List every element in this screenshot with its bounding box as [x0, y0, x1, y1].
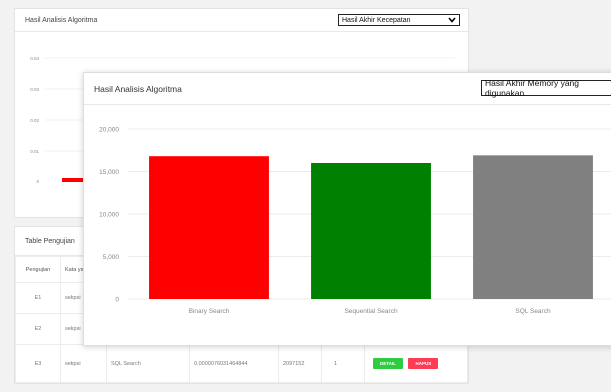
y-tick-label: 20,000: [99, 127, 119, 134]
cell-id: E2: [15, 313, 61, 345]
cell-waktu: 0.0000076031464844: [189, 344, 279, 383]
y-tick-label: 0: [36, 179, 39, 184]
x-tick-label: Binary Search: [189, 308, 230, 315]
bar-binary: [149, 156, 269, 299]
cell-metode: SQL Search: [106, 344, 190, 383]
memory-metric-select[interactable]: Hasil Akhir Memory yang digunakan: [481, 78, 611, 98]
table-row: E3 sekpsi SQL Search 0.0000076031464844 …: [15, 344, 468, 383]
y-tick-label: 0.04: [30, 56, 39, 61]
speed-panel-header: Hasil Analisis Algoritma Hasil Akhir Kec…: [15, 9, 468, 32]
y-tick-label: 5,000: [103, 254, 120, 261]
chevron-down-icon: [448, 17, 456, 23]
speed-select-value: Hasil Akhir Kecepatan: [342, 16, 411, 24]
hapus-button[interactable]: HAPUS: [408, 358, 439, 369]
bar-sequential: [311, 163, 431, 299]
cell-kata: sekpsi: [60, 344, 107, 383]
table-panel-title: Table Pengujian: [25, 237, 75, 245]
y-tick-label: 0: [115, 297, 119, 304]
y-tick-label: 0.03: [30, 87, 39, 92]
memory-chart: 0 5,000 10,000 15,000 20,000 Binary Search Seq…: [99, 127, 611, 315]
y-tick-label: 15,000: [99, 169, 119, 176]
col-header-pengujian: Pengujian: [15, 256, 61, 283]
x-tick-label: SQL Search: [515, 308, 551, 315]
memory-panel-title: Hasil Analisis Algoritma: [94, 83, 182, 94]
detail-button[interactable]: DETAIL: [373, 358, 403, 369]
cell-memory: 2097152: [278, 344, 322, 383]
y-tick-label: 0.02: [30, 118, 39, 123]
y-tick-label: 0.01: [30, 149, 39, 154]
speed-panel-title: Hasil Analisis Algoritma: [25, 16, 98, 24]
bar-sql: [473, 155, 593, 299]
cell-id: E1: [15, 282, 61, 314]
y-tick-label: 10,000: [99, 212, 119, 219]
memory-panel-header: Hasil Analisis Algoritma Hasil Akhir Mem…: [84, 73, 611, 105]
cell-actions: DETAIL HAPUS: [364, 344, 468, 383]
memory-result-panel: Hasil Analisis Algoritma Hasil Akhir Mem…: [83, 72, 611, 346]
cell-id: E3: [15, 344, 61, 383]
x-tick-label: Sequential Search: [344, 308, 398, 315]
cell-jumlah: 1: [321, 344, 365, 383]
memory-select-value: Hasil Akhir Memory yang digunakan: [485, 78, 580, 98]
speed-metric-select[interactable]: Hasil Akhir Kecepatan: [338, 14, 460, 26]
